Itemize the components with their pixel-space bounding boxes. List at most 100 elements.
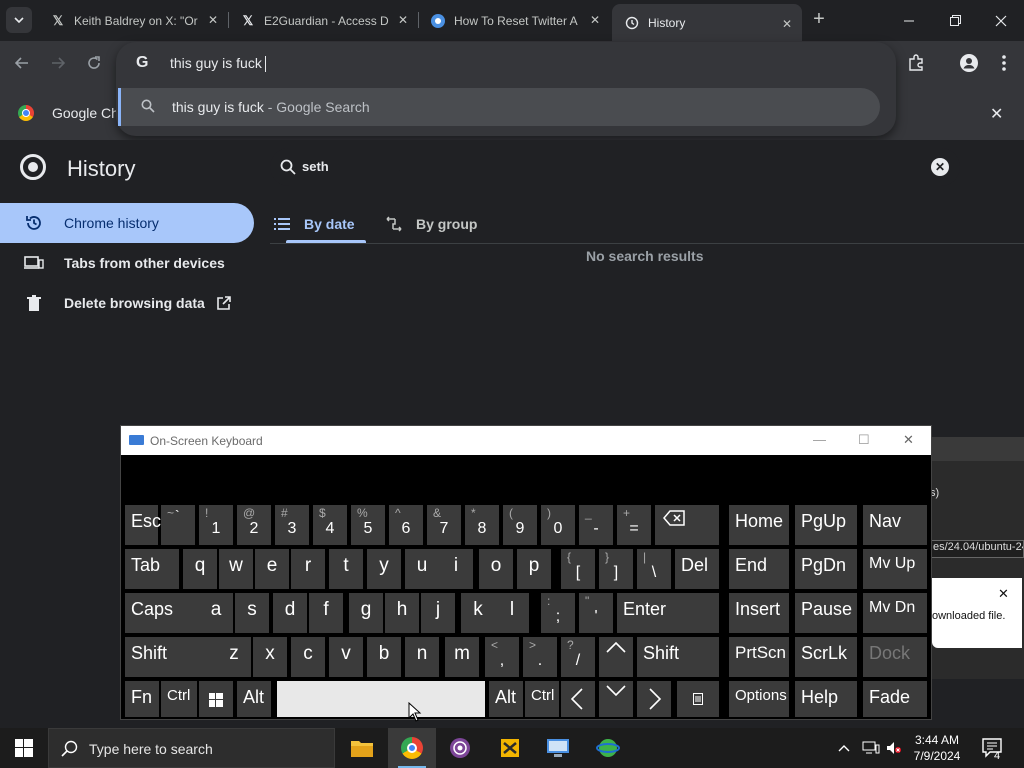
key-t[interactable]: t bbox=[329, 549, 363, 589]
key-6[interactable]: ^ 6 bbox=[389, 505, 423, 545]
tab-reset-twitter[interactable]: How To Reset Twitter A ✕ bbox=[418, 0, 610, 41]
minimize-button[interactable]: — bbox=[813, 432, 826, 447]
key-l[interactable]: l bbox=[495, 593, 529, 633]
key-u[interactable]: u bbox=[405, 549, 439, 589]
menu-button[interactable] bbox=[990, 49, 1018, 77]
extensions-button[interactable] bbox=[902, 49, 930, 77]
key-y[interactable]: y bbox=[367, 549, 401, 589]
close-icon[interactable]: ✕ bbox=[990, 104, 1003, 124]
key-pgdn[interactable]: PgDn bbox=[795, 549, 857, 589]
key-mv-dn[interactable]: Mv Dn bbox=[863, 593, 927, 633]
key-0[interactable]: ) 0 bbox=[541, 505, 575, 545]
key-2[interactable]: @2 bbox=[237, 505, 271, 545]
key-f[interactable]: f bbox=[309, 593, 343, 633]
taskbar-search-input[interactable]: Type here to search bbox=[48, 728, 335, 768]
key-w[interactable]: w bbox=[219, 549, 253, 589]
key-enter[interactable]: Enter bbox=[617, 593, 719, 633]
key-left-bracket[interactable]: {[ bbox=[561, 549, 595, 589]
key-backslash[interactable]: | \ bbox=[637, 549, 671, 589]
key-k[interactable]: k bbox=[461, 593, 495, 633]
key-options[interactable]: Options bbox=[729, 681, 789, 717]
key-pause[interactable]: Pause bbox=[795, 593, 857, 633]
maximize-button[interactable]: ☐ bbox=[858, 432, 870, 448]
key-g[interactable]: g bbox=[349, 593, 383, 633]
key-shift-right[interactable]: Shift bbox=[637, 637, 719, 677]
key-period[interactable]: >. bbox=[523, 637, 557, 677]
tab-history[interactable]: History ✕ bbox=[612, 4, 802, 41]
close-icon[interactable]: ✕ bbox=[590, 13, 600, 27]
key-pgup[interactable]: PgUp bbox=[795, 505, 857, 545]
back-button[interactable] bbox=[8, 49, 36, 77]
key-c[interactable]: c bbox=[291, 637, 325, 677]
key-j[interactable]: j bbox=[421, 593, 455, 633]
taskbar-tor[interactable] bbox=[436, 728, 484, 768]
key-7[interactable]: & 7 bbox=[427, 505, 461, 545]
close-icon[interactable]: ✕ bbox=[208, 13, 218, 27]
key-ctrl-left[interactable]: Ctrl bbox=[161, 681, 197, 717]
key-del[interactable]: Del bbox=[675, 549, 719, 589]
key-caps[interactable]: Caps bbox=[125, 593, 201, 633]
key-z[interactable]: z bbox=[217, 637, 251, 677]
tab-keith-baldrey[interactable]: 𝕏 Keith Baldrey on X: "Or ✕ bbox=[38, 0, 228, 41]
key-home[interactable]: Home bbox=[729, 505, 789, 545]
key-e[interactable]: e bbox=[255, 549, 289, 589]
omnibox-suggestion[interactable]: this guy is fuck - Google Search bbox=[118, 88, 880, 126]
history-search-input[interactable]: seth ✕ bbox=[270, 148, 960, 186]
close-icon[interactable]: ✕ bbox=[782, 17, 792, 31]
omnibox-input[interactable]: this guy is fuck bbox=[170, 55, 266, 73]
start-button[interactable] bbox=[0, 728, 48, 768]
key-o[interactable]: o bbox=[479, 549, 513, 589]
key-end[interactable]: End bbox=[729, 549, 789, 589]
close-icon[interactable]: ✕ bbox=[398, 13, 408, 27]
sidebar-item-delete-browsing-data[interactable]: Delete browsing data bbox=[0, 283, 254, 323]
key-a[interactable]: a bbox=[199, 593, 233, 633]
key-s[interactable]: s bbox=[235, 593, 269, 633]
key-q[interactable]: q bbox=[183, 549, 217, 589]
show-hidden-icons[interactable] bbox=[838, 728, 850, 768]
key-8[interactable]: * 8 bbox=[465, 505, 499, 545]
tab-by-group[interactable]: By group bbox=[386, 204, 477, 244]
key-fade[interactable]: Fade bbox=[863, 681, 927, 717]
download-notification[interactable]: ✕ ownloaded file. bbox=[932, 578, 1022, 648]
tab-e2guardian[interactable]: 𝕏 E2Guardian - Access D ✕ bbox=[228, 0, 418, 41]
forward-button[interactable] bbox=[44, 49, 72, 77]
tab-by-date[interactable]: By date bbox=[274, 204, 355, 244]
key-backspace[interactable] bbox=[655, 505, 719, 545]
key-esc[interactable]: Esc bbox=[125, 505, 161, 545]
key-ctrl-right[interactable]: Ctrl bbox=[525, 681, 559, 717]
key-fn[interactable]: Fn bbox=[125, 681, 159, 717]
taskbar-chrome[interactable] bbox=[388, 728, 436, 768]
clear-search-icon[interactable]: ✕ bbox=[931, 158, 949, 176]
action-center-button[interactable]: 4 bbox=[982, 728, 1004, 768]
close-button[interactable]: ✕ bbox=[903, 432, 914, 448]
key-tab[interactable]: Tab bbox=[125, 549, 179, 589]
profile-button[interactable] bbox=[955, 49, 983, 77]
key-up-arrow[interactable] bbox=[599, 637, 633, 677]
taskbar-app-4[interactable] bbox=[486, 728, 534, 768]
taskbar-file-explorer[interactable] bbox=[338, 728, 386, 768]
key-equals[interactable]: + = bbox=[617, 505, 651, 545]
key-windows[interactable] bbox=[199, 681, 233, 717]
key-prtscn[interactable]: PrtScn bbox=[729, 637, 789, 677]
system-clock[interactable]: 3:44 AM 7/9/2024 bbox=[906, 732, 968, 764]
key-p[interactable]: p bbox=[517, 549, 551, 589]
key-insert[interactable]: Insert bbox=[729, 593, 789, 633]
key-9[interactable]: (9 bbox=[503, 505, 537, 545]
key-h[interactable]: h bbox=[385, 593, 419, 633]
taskbar-app-6[interactable] bbox=[584, 728, 632, 768]
key-dock[interactable]: Dock bbox=[863, 637, 927, 677]
key-quote[interactable]: " ' bbox=[579, 593, 613, 633]
omnibox[interactable]: G this guy is fuck this guy is fuck - Go… bbox=[116, 42, 896, 136]
key-space[interactable] bbox=[277, 681, 485, 717]
key-slash[interactable]: ? / bbox=[561, 637, 595, 677]
key-alt-right[interactable]: Alt bbox=[489, 681, 523, 717]
volume-status[interactable] bbox=[886, 728, 902, 768]
key-d[interactable]: d bbox=[273, 593, 307, 633]
new-tab-button[interactable]: + bbox=[807, 8, 831, 32]
key-scrlk[interactable]: ScrLk bbox=[795, 637, 857, 677]
key-help[interactable]: Help bbox=[795, 681, 857, 717]
tab-search-button[interactable] bbox=[6, 7, 32, 33]
key-right-arrow[interactable] bbox=[637, 681, 671, 717]
key-left-arrow[interactable] bbox=[561, 681, 595, 717]
key-minus[interactable]: _ - bbox=[579, 505, 613, 545]
